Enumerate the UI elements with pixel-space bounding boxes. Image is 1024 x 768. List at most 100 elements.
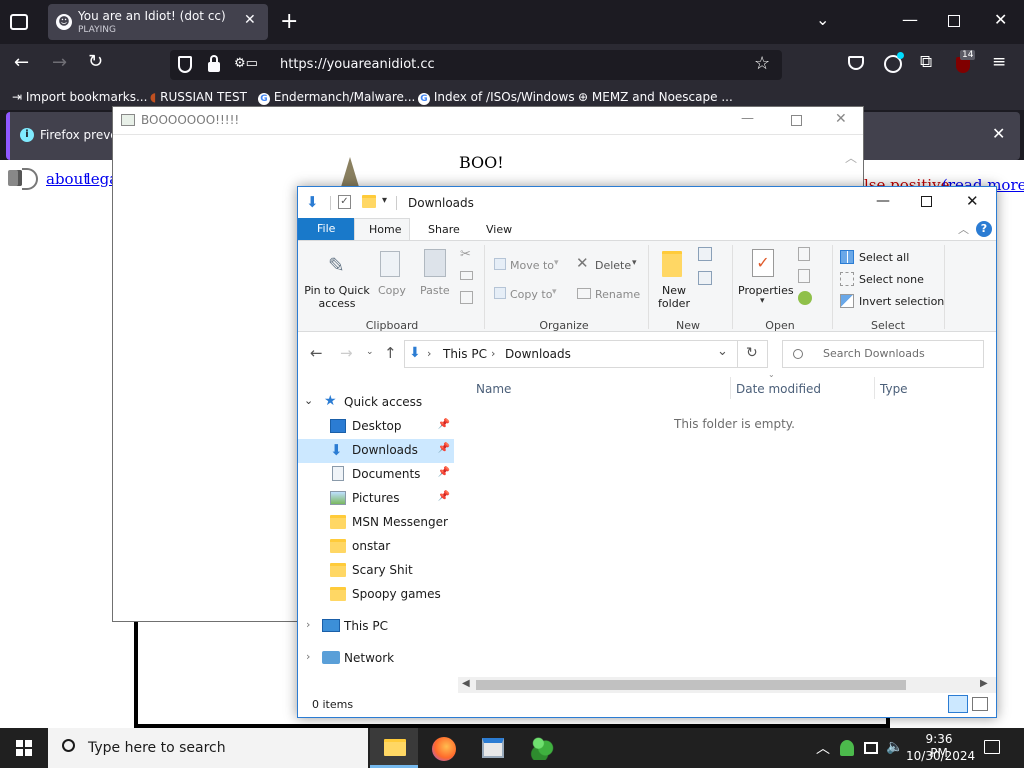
popup-close-icon[interactable]: ✕ (835, 111, 847, 127)
nav-network[interactable]: › Network (298, 647, 454, 671)
pin-icon[interactable]: 📌 (438, 419, 450, 430)
customize-dropdown-icon[interactable]: ▾ (382, 195, 387, 206)
file-explorer-taskbar-button[interactable] (370, 728, 418, 768)
clock-date[interactable]: 10/30/2024 (906, 749, 975, 763)
tab-youareanidiot[interactable]: ☻ You are an Idiot! (dot cc) PLAYING ✕ (48, 4, 268, 40)
properties-button[interactable]: Properties (738, 284, 794, 297)
minimize-window-icon[interactable]: — (902, 10, 918, 29)
extensions-puzzle-icon[interactable]: ⧉ (920, 52, 932, 72)
open-icon[interactable] (798, 247, 810, 261)
help-icon[interactable]: ? (976, 221, 992, 237)
expand-chevron-icon[interactable]: ⌄ (304, 394, 313, 407)
file-explorer-window[interactable]: ⬇ ✓ ▾ Downloads — ✕ File Home Share View… (297, 186, 997, 718)
breadcrumb-downloads[interactable]: Downloads (505, 347, 571, 361)
refresh-button[interactable]: ↻ (738, 340, 768, 368)
edit-icon[interactable] (798, 269, 810, 283)
scroll-right-icon[interactable]: ▶ (980, 678, 988, 689)
forward-arrow-icon[interactable]: → (340, 344, 353, 362)
copy-to-button[interactable]: Copy to (510, 288, 552, 301)
tab-home[interactable]: Home (354, 218, 410, 241)
bookmark-isos-windows[interactable]: G Index of /ISOs/Windows (418, 90, 575, 105)
restore-window-icon[interactable] (948, 15, 960, 27)
copy-path-icon[interactable] (460, 271, 473, 280)
back-arrow-icon[interactable]: ← (14, 52, 29, 73)
delete-dropdown-icon[interactable]: ▾ (632, 258, 637, 268)
expand-chevron-icon[interactable]: › (306, 650, 310, 663)
speaker-icon[interactable] (8, 170, 22, 186)
nav-scary-shit[interactable]: Scary Shit (298, 559, 454, 583)
about-link[interactable]: about (46, 170, 89, 188)
select-none-button[interactable]: Select none (859, 273, 924, 286)
cut-icon[interactable]: ✂ (460, 247, 471, 262)
msn-tray-icon[interactable] (840, 740, 854, 756)
nav-msn-messenger[interactable]: MSN Messenger (298, 511, 454, 535)
tab-close-icon[interactable]: ✕ (244, 12, 256, 28)
pin-icon[interactable]: 📌 (438, 443, 450, 454)
horizontal-scrollbar[interactable]: ◀ ▶ (458, 677, 996, 693)
close-icon[interactable]: ✕ (966, 192, 979, 210)
url-bar[interactable]: ⚙▭ https://youareanidiot.cc ☆ (170, 50, 782, 80)
popup-maximize-icon[interactable] (791, 115, 802, 126)
address-bar[interactable]: ⬇ › This PC › Downloads ⌄ (404, 340, 738, 368)
properties-check-icon[interactable]: ✓ (338, 195, 351, 209)
maximize-icon[interactable] (921, 196, 932, 207)
explorer-titlebar[interactable]: ⬇ ✓ ▾ Downloads — ✕ (298, 187, 996, 217)
volume-icon[interactable]: 🔈 (886, 739, 903, 755)
copy-to-dropdown-icon[interactable]: ▾ (552, 287, 557, 297)
rename-button[interactable]: Rename (595, 288, 640, 301)
pin-to-quick-access-button[interactable]: Pin to Quick access (304, 284, 370, 310)
delete-button[interactable]: Delete (595, 259, 631, 272)
chevron-down-icon[interactable]: ⌄ (816, 10, 829, 29)
nav-desktop[interactable]: Desktop 📌 (298, 415, 454, 439)
popup-minimize-icon[interactable]: — (741, 111, 754, 126)
large-icons-view-icon[interactable] (972, 697, 988, 711)
paste-shortcut-icon[interactable] (460, 291, 473, 304)
scrollbar-thumb[interactable] (476, 680, 906, 690)
tab-share[interactable]: Share (428, 223, 460, 236)
tab-file[interactable]: File (298, 218, 354, 240)
windows-start-icon[interactable] (16, 740, 32, 756)
firefox-icon[interactable] (432, 737, 456, 761)
quick-access-download-icon[interactable]: ⬇ (306, 193, 319, 211)
popup-titlebar[interactable]: BOOOOOOO!!!!! — ✕ (113, 107, 863, 135)
column-name-header[interactable]: Name (476, 382, 511, 396)
breadcrumb-this-pc[interactable]: This PC (443, 347, 487, 361)
show-hidden-icons-icon[interactable]: ︿ (816, 738, 830, 758)
details-view-icon[interactable] (948, 695, 968, 713)
properties-dropdown-icon[interactable]: ▾ (760, 296, 765, 306)
ribbon-collapse-icon[interactable]: ︿ (958, 221, 969, 237)
permissions-icon[interactable]: ⚙▭ (234, 56, 258, 71)
minimize-icon[interactable]: — (876, 193, 890, 209)
column-type-header[interactable]: Type (880, 382, 908, 396)
pin-icon[interactable]: 📌 (438, 467, 450, 478)
copy-button[interactable]: Copy (378, 284, 406, 297)
list-all-tabs-icon[interactable] (10, 14, 28, 30)
bookmark-endermanch[interactable]: G Endermanch/Malware... (258, 90, 415, 105)
bookmark-russian-test[interactable]: ◖ RUSSIAN TEST (150, 90, 247, 104)
paste-button[interactable]: Paste (420, 284, 450, 297)
new-tab-icon[interactable]: + (280, 9, 298, 34)
popup-scroll-up-icon[interactable]: ︿ (845, 149, 857, 166)
new-item-icon[interactable] (698, 247, 712, 261)
app-window-icon[interactable] (482, 738, 504, 758)
column-date-modified-header[interactable]: Date modified (736, 382, 821, 396)
nav-documents[interactable]: Documents 📌 (298, 463, 454, 487)
bookmark-star-icon[interactable]: ☆ (754, 53, 770, 74)
bookmark-import[interactable]: ⇥ Import bookmarks... (12, 90, 147, 104)
easy-access-icon[interactable] (698, 271, 712, 285)
history-icon[interactable] (798, 291, 812, 305)
scroll-left-icon[interactable]: ◀ (462, 678, 470, 689)
up-arrow-icon[interactable]: ↑ (384, 344, 397, 362)
new-folder-button[interactable]: New folder (654, 284, 694, 310)
hamburger-menu-icon[interactable]: ≡ (992, 52, 1006, 72)
nav-downloads[interactable]: ⬇ Downloads 📌 (298, 439, 454, 463)
bookmark-memz[interactable]: ⊕ MEMZ and Noescape ... (578, 90, 733, 104)
notifications-icon[interactable] (984, 740, 1000, 754)
address-dropdown-icon[interactable]: ⌄ (717, 344, 728, 359)
nav-spoopy-games[interactable]: Spoopy games (298, 583, 454, 607)
nav-this-pc[interactable]: › This PC (298, 615, 454, 639)
back-arrow-icon[interactable]: ← (310, 344, 323, 362)
move-to-button[interactable]: Move to (510, 259, 554, 272)
forward-arrow-icon[interactable]: → (52, 52, 67, 73)
taskbar-search-box[interactable]: Type here to search (48, 728, 368, 768)
